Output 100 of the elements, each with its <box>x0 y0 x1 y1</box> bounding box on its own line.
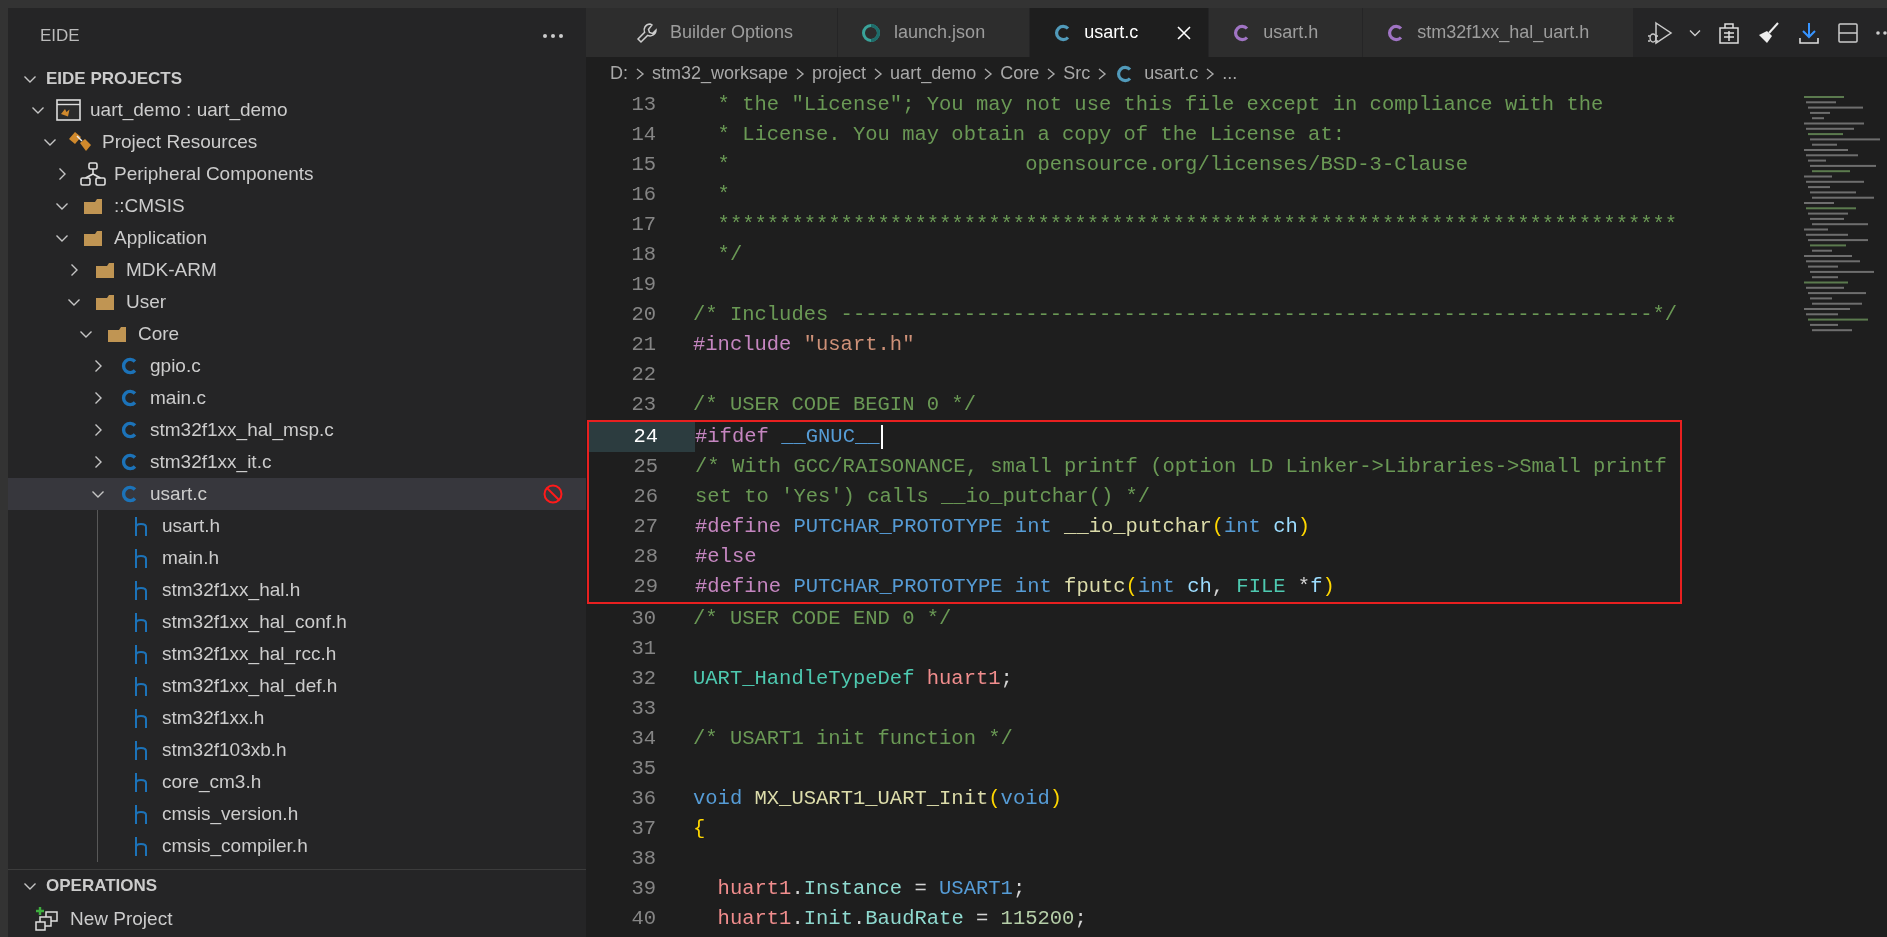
tree-item[interactable]: Project Resources <box>8 126 586 158</box>
folder-icon <box>83 229 103 247</box>
code-line: void MX_USART1_UART_Init(void) <box>693 786 1063 812</box>
tree-item[interactable]: usart.c <box>8 478 586 510</box>
editor-tab[interactable]: usart.c <box>1030 8 1210 57</box>
line-number: 39 <box>630 876 657 902</box>
code-line: set to 'Yes') calls __io_putchar() */ <box>695 484 1151 510</box>
tree-item[interactable]: ::CMSIS <box>8 190 586 222</box>
section-header[interactable]: OPERATIONS <box>8 870 586 901</box>
chevron-right-icon <box>634 66 646 81</box>
code-line: #ifdef __GNUC__ <box>695 424 880 450</box>
c-file-icon <box>120 419 138 441</box>
code-line: * the "License"; You may not use this file except in compliance with the <box>716 92 1604 118</box>
tree-item[interactable]: usart.h <box>8 510 586 542</box>
c-file-icon <box>120 483 138 505</box>
line-number: 27 <box>632 514 659 540</box>
header-file-icon <box>133 611 149 633</box>
code-line: /* USER CODE END 0 */ <box>693 606 952 632</box>
tree-item[interactable]: Application <box>8 222 586 254</box>
code-line: */ <box>716 242 743 268</box>
build-icon[interactable] <box>1717 20 1741 45</box>
tree-item[interactable]: main.c <box>8 382 586 414</box>
header-file-icon <box>133 579 149 601</box>
code-line: /* Includes ------------------------------------------------------------------*/ <box>693 302 1678 328</box>
tree-item[interactable]: stm32f1xx_hal_conf.h <box>8 606 586 638</box>
line-number: 28 <box>632 544 659 570</box>
tree-item[interactable]: gpio.c <box>8 350 586 382</box>
tree-item[interactable]: stm32f1xx_hal_msp.c <box>8 414 586 446</box>
json-file-icon <box>860 21 883 44</box>
tree-item[interactable]: stm32f1xx_hal_def.h <box>8 670 586 702</box>
editor-tab[interactable]: usart.h <box>1209 8 1364 57</box>
line-number: 33 <box>630 696 657 722</box>
header-file-icon <box>133 707 149 729</box>
close-icon[interactable] <box>1176 24 1193 41</box>
editor-tab[interactable]: stm32f1xx_hal_uart.h <box>1363 8 1635 57</box>
c-file-icon <box>120 355 138 377</box>
tree-item[interactable]: MDK-ARM <box>8 254 586 286</box>
code-line: #define PUTCHAR_PROTOTYPE int __io_putchar(int ch) <box>695 514 1311 540</box>
line-number: 35 <box>630 756 657 782</box>
breadcrumb-item[interactable]: D: <box>610 63 628 84</box>
breadcrumb-item[interactable]: ... <box>1222 63 1238 84</box>
line-number: 23 <box>630 392 657 418</box>
line-number: 19 <box>630 272 657 298</box>
code-line: UART_HandleTypeDef huart1; <box>693 666 1013 692</box>
line-number: 36 <box>630 786 657 812</box>
tree-item[interactable]: Core <box>8 318 586 350</box>
tree-item[interactable]: stm32f103xb.h <box>8 734 586 766</box>
operation-item[interactable]: New Project <box>8 901 586 937</box>
tree-item[interactable]: cmsis_version.h <box>8 798 586 830</box>
more-icon[interactable] <box>1875 29 1887 36</box>
project-icon <box>56 98 82 122</box>
line-number: 38 <box>630 846 657 872</box>
line-number: 26 <box>632 484 659 510</box>
breadcrumb-item[interactable]: Src <box>1063 63 1091 84</box>
header-file-icon <box>133 835 149 857</box>
line-number: 31 <box>630 636 657 662</box>
line-number: 30 <box>630 606 657 632</box>
tree-item[interactable]: main.h <box>8 542 586 574</box>
editor-tab[interactable]: launch.json <box>838 8 1031 57</box>
code-line: * opensource.org/licenses/BSD-3-Clause <box>716 152 1469 178</box>
tree-item[interactable]: Peripheral Components <box>8 158 586 190</box>
sidebar-title: EIDE <box>40 25 80 46</box>
download-icon[interactable] <box>1797 20 1821 45</box>
more-icon[interactable] <box>542 32 564 39</box>
line-number: 37 <box>630 816 657 842</box>
code-line: ****************************************************************************** <box>716 212 1678 238</box>
breadcrumb-item[interactable]: uart_demo <box>890 63 977 84</box>
breadcrumb-item[interactable]: project <box>812 63 867 84</box>
code-line: /* USER CODE BEGIN 0 */ <box>693 392 976 418</box>
line-number: 40 <box>630 906 657 932</box>
tree-item[interactable]: core_cm3.h <box>8 766 586 798</box>
c-file-icon <box>120 451 138 473</box>
breadcrumb-item[interactable]: Core <box>1000 63 1040 84</box>
line-number: 25 <box>632 454 659 480</box>
folder-icon <box>83 197 103 215</box>
tree-item[interactable]: cmsis_compiler.h <box>8 830 586 862</box>
breadcrumb-item[interactable]: usart.c <box>1114 62 1199 85</box>
line-number: 21 <box>630 332 657 358</box>
header-file-icon <box>133 643 149 665</box>
section-header[interactable]: EIDE PROJECTS <box>8 63 586 94</box>
code-line: huart1.Instance = USART1; <box>716 876 1026 902</box>
broom-icon[interactable] <box>1757 20 1781 45</box>
code-line: * License. You may obtain a copy of the License at: <box>716 122 1345 148</box>
tree-item[interactable]: stm32f1xx_it.c <box>8 446 586 478</box>
line-number: 24 <box>589 422 695 452</box>
run-debug-icon[interactable] <box>1647 20 1673 45</box>
header-file-icon <box>133 515 149 537</box>
editor-tab[interactable]: Builder Options <box>586 8 839 57</box>
split-editor-icon[interactable] <box>1837 21 1859 44</box>
tree-item[interactable]: uart_demo : uart_demo <box>8 94 586 126</box>
code-line: * <box>716 182 730 208</box>
tree-item[interactable]: User <box>8 286 586 318</box>
breadcrumb-item[interactable]: stm32_worksape <box>652 63 789 84</box>
code-line: /* With GCC/RAISONANCE, small printf (option LD Linker->Libraries->Small printf <box>695 454 1667 480</box>
code-line: { <box>693 816 706 842</box>
tree-item[interactable]: stm32f1xx.h <box>8 702 586 734</box>
tree-item[interactable]: stm32f1xx_hal_rcc.h <box>8 638 586 670</box>
tree-item[interactable]: stm32f1xx_hal.h <box>8 574 586 606</box>
code-line: #include "usart.h" <box>693 332 915 358</box>
wrench-icon <box>636 21 658 44</box>
